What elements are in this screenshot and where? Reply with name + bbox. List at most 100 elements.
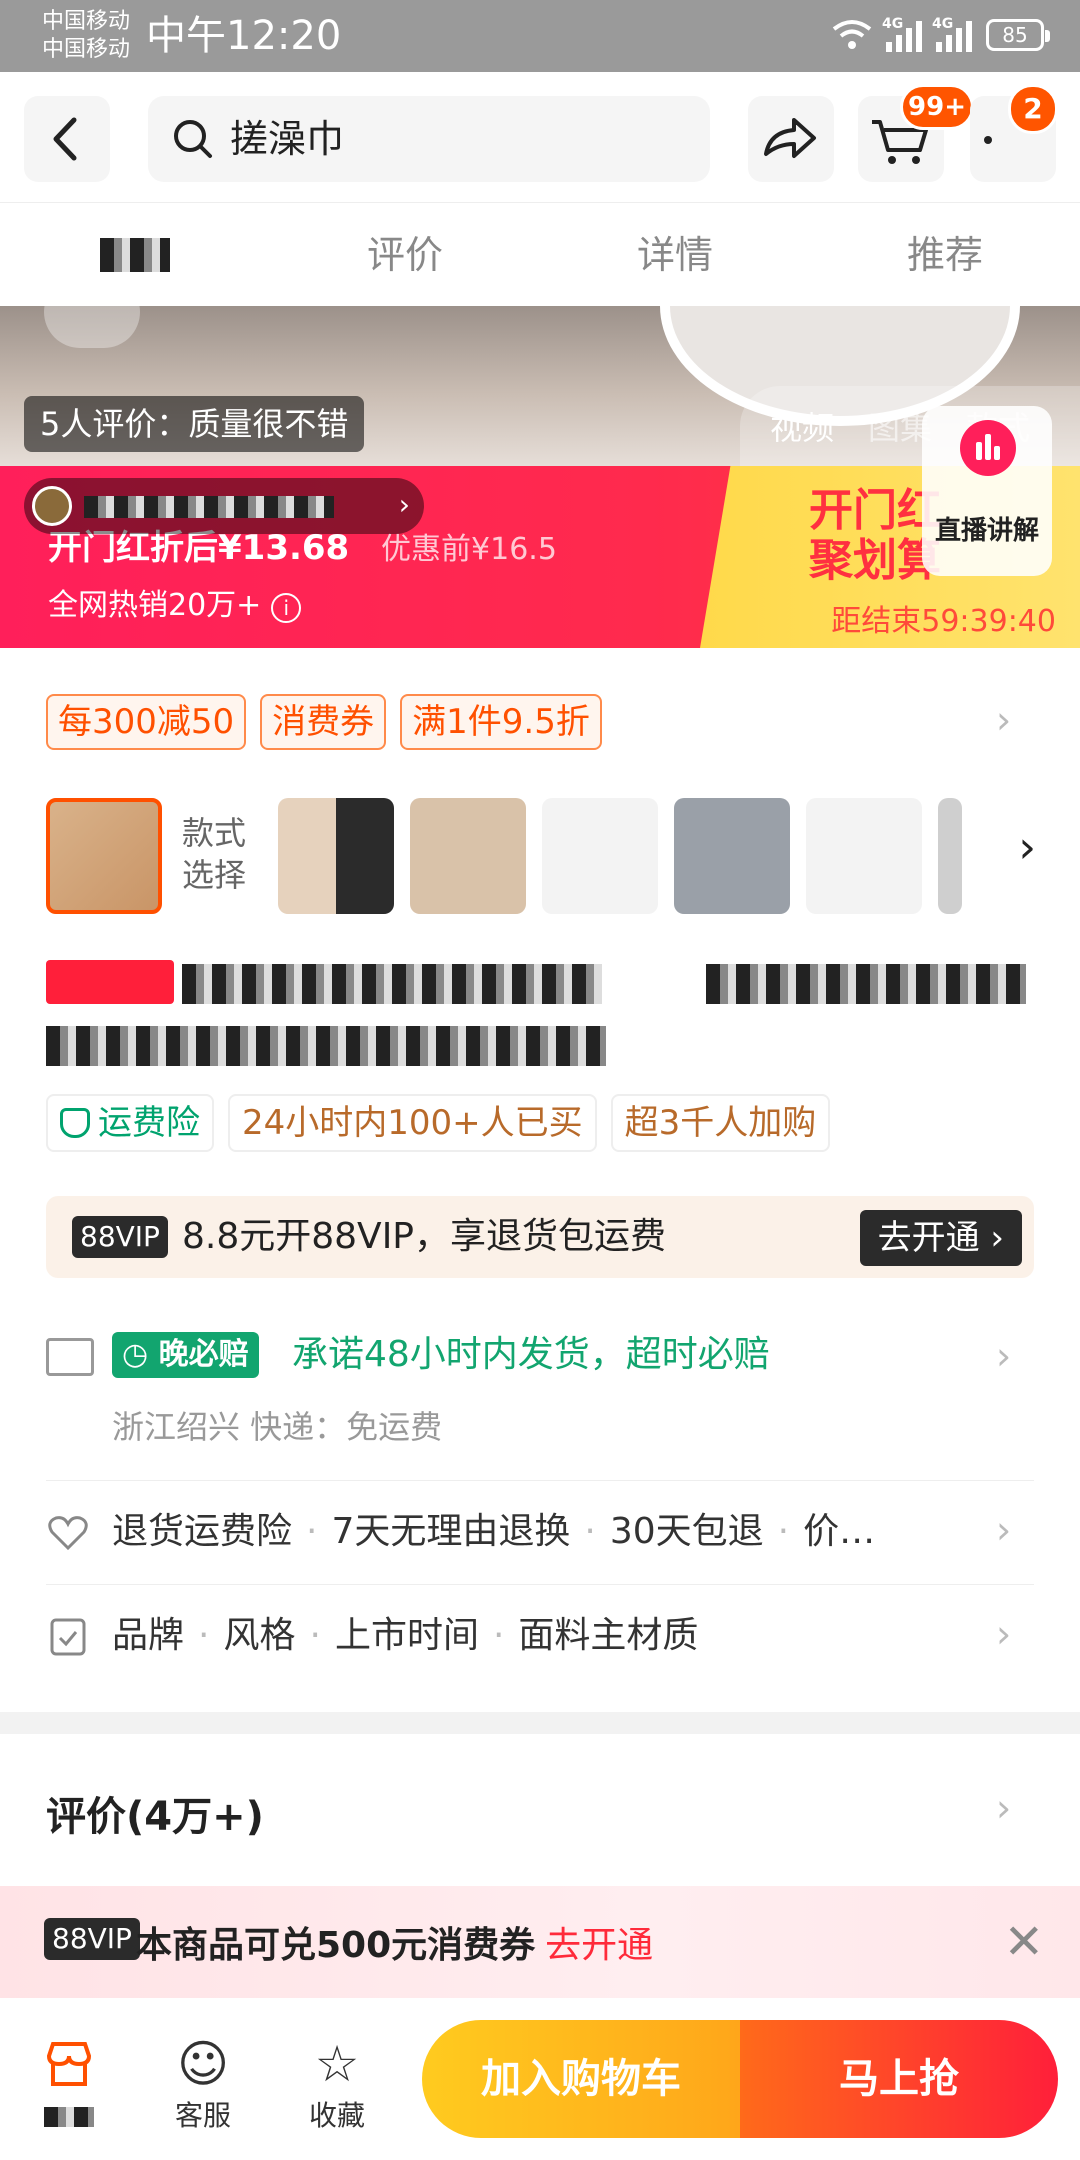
battery-icon: 85 <box>986 19 1050 51</box>
search-query: 搓澡巾 <box>230 117 345 161</box>
status-icons: 4G 4G 85 <box>832 16 1050 52</box>
param-item: 风格 <box>223 1615 296 1656</box>
coupon-tag[interactable]: 每300减50 <box>46 694 247 750</box>
shield-check-icon <box>60 1108 90 1138</box>
review-highlight[interactable]: 5人评价：质量很不错 <box>24 396 365 452</box>
shipping-insurance-tag[interactable]: 运费险 <box>46 1094 214 1152</box>
tab-product[interactable] <box>0 203 270 306</box>
chevron-right-icon[interactable]: › <box>996 1508 1011 1552</box>
media-tab-video[interactable]: 视频 <box>770 403 834 449</box>
vip-badge: 88VIP <box>44 1918 140 1960</box>
tab-recommend[interactable]: 推荐 <box>810 203 1080 306</box>
product-params-row[interactable]: 品牌 · 风格 · 上市时间 · 面料主材质 <box>46 1586 1034 1686</box>
reviews-section[interactable]: 评价(4万+) › <box>0 1734 1080 1886</box>
variant-label: 款式 选择 <box>182 812 246 896</box>
coupon-tag[interactable]: 满1件9.5折 <box>400 694 602 750</box>
service-guarantees-row[interactable]: 退货运费险 · 7天无理由退换 · 30天包退 · 价… <box>46 1482 1034 1582</box>
customer-service-button[interactable]: ☺ 客服 <box>148 2034 258 2134</box>
variant-thumb[interactable] <box>278 798 394 914</box>
param-item: 面料主材质 <box>518 1615 699 1656</box>
chevron-right-icon[interactable]: › <box>996 698 1011 742</box>
late-compensation-badge: ◷ 晚必赔 <box>112 1332 259 1378</box>
cart-button[interactable]: 99+ <box>858 84 974 182</box>
back-button[interactable] <box>24 96 110 182</box>
product-media[interactable]: 5人评价：质量很不错 视频 图集 款式 <box>0 306 1080 466</box>
cart-count-badge: 99+ <box>900 84 974 130</box>
chevron-right-icon[interactable]: › <box>996 1334 1011 1378</box>
message-count-badge: 2 <box>1008 84 1058 134</box>
chevron-right-icon[interactable]: › <box>996 1786 1011 1830</box>
customer-service-label: 客服 <box>174 2099 231 2132</box>
coupon-row[interactable]: 每300减50 消费券 满1件9.5折 <box>46 694 602 750</box>
buy-now-button[interactable]: 马上抢 <box>740 2020 1058 2138</box>
variant-thumb[interactable] <box>410 798 526 914</box>
search-bar[interactable]: 搓澡巾 <box>148 96 710 182</box>
variant-thumb[interactable] <box>674 798 790 914</box>
vip-offer[interactable]: 88VIP 8.8元开88VIP，享退货包运费 去开通 › <box>46 1196 1034 1278</box>
vip-coupon-link[interactable]: 去开通 <box>545 1925 653 1966</box>
redacted-title-line-2 <box>46 1026 606 1066</box>
variant-thumb[interactable] <box>938 798 962 914</box>
clock: 中午12:20 <box>146 13 342 59</box>
variant-picker: 款式 选择 › <box>46 798 1036 914</box>
share-icon <box>764 118 816 158</box>
wifi-icon <box>832 20 872 49</box>
seller-pill[interactable]: › <box>24 478 424 534</box>
variant-label-1: 款式 <box>182 814 247 852</box>
clipboard-icon <box>50 1618 86 1656</box>
store-button[interactable] <box>14 2034 124 2134</box>
vip-coupon-text: 本商品可兑500元消费券 去开通 <box>136 1916 653 1968</box>
add-to-cart-button[interactable]: 加入购物车 <box>422 2020 740 2138</box>
seller-avatar <box>32 486 72 526</box>
favorite-label: 收藏 <box>308 2099 365 2132</box>
shipping-row[interactable]: ◷ 晚必赔 承诺48小时内发货，超时必赔 浙江绍兴 快递：免运费 <box>46 1330 1034 1480</box>
status-bar: 中国移动 中国移动 中午12:20 4G 4G 85 <box>0 0 1080 72</box>
star-icon: ☆ <box>314 2035 360 2093</box>
chevron-right-icon[interactable]: › <box>996 1612 1011 1656</box>
chevron-left-icon <box>53 117 77 161</box>
vip-coupon-bar[interactable]: 88VIP 本商品可兑500元消费券 去开通 ✕ <box>0 1886 1080 1998</box>
shipping-detail: 浙江绍兴 快递：免运费 <box>112 1408 443 1446</box>
bottom-action-bar: ☺ 客服 ☆ 收藏 加入购物车 马上抢 <box>0 1998 1080 2160</box>
more-button[interactable]: 2 <box>970 84 1058 182</box>
title-tag <box>46 960 174 1004</box>
bought-tag: 24小时内100+人已买 <box>228 1094 597 1152</box>
tab-details[interactable]: 详情 <box>540 203 810 306</box>
tab-reviews[interactable]: 评价 <box>270 203 540 306</box>
chevron-right-icon: › <box>398 488 410 521</box>
info-icon[interactable]: i <box>271 593 302 623</box>
vip-coupon-label: 本商品可兑500元消费券 <box>136 1925 536 1966</box>
promo-price-value: 开门红折后¥13.68 <box>48 528 350 568</box>
mute-icon[interactable] <box>44 306 140 348</box>
cart-adds-tag: 超3千人加购 <box>610 1094 831 1152</box>
variant-next-button[interactable]: › <box>1018 822 1036 873</box>
service-item: 价… <box>803 1511 876 1552</box>
redacted-title-line-1 <box>182 964 602 1004</box>
redacted-store-label <box>44 2107 94 2127</box>
search-icon <box>174 120 212 158</box>
variant-label-2: 选择 <box>182 856 247 894</box>
share-button[interactable] <box>748 96 834 182</box>
coupon-tag[interactable]: 消费券 <box>260 694 387 750</box>
param-item: 上市时间 <box>334 1615 479 1656</box>
live-label: 直播讲解 <box>934 516 1039 546</box>
variant-thumb[interactable] <box>806 798 922 914</box>
truck-icon <box>46 1338 94 1376</box>
divider <box>46 1480 1034 1481</box>
close-icon[interactable]: ✕ <box>1004 1914 1044 1970</box>
variant-thumb[interactable] <box>542 798 658 914</box>
sales-count: 全网热销20万+ i <box>48 580 302 624</box>
live-explain-button[interactable]: 直播讲解 <box>922 406 1052 576</box>
redacted-label <box>100 237 170 272</box>
sales-text: 全网热销20万+ <box>48 588 262 623</box>
vip-badge: 88VIP <box>72 1216 168 1258</box>
heart-icon <box>48 1516 88 1551</box>
vip-open-button[interactable]: 去开通 › <box>859 1210 1022 1266</box>
favorite-button[interactable]: ☆ 收藏 <box>282 2034 392 2134</box>
variant-thumb-selected[interactable] <box>46 798 162 914</box>
service-item: 退货运费险 <box>112 1511 293 1552</box>
section-gap <box>0 1712 1080 1734</box>
product-tags: 运费险 24小时内100+人已买 超3千人加购 <box>46 1094 831 1152</box>
countdown: 距结束59:39:40 <box>831 604 1056 639</box>
tag-label: 运费险 <box>98 1103 200 1143</box>
